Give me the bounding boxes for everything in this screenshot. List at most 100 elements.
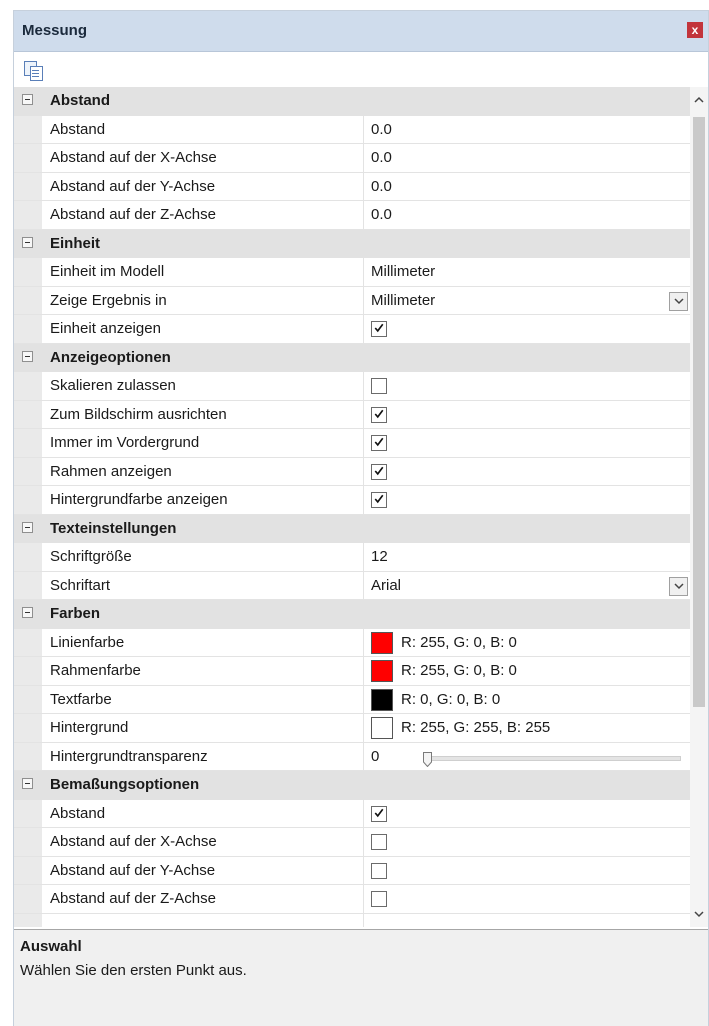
scroll-down-icon[interactable] (694, 909, 704, 919)
property-value[interactable] (371, 315, 690, 343)
collapse-icon[interactable] (22, 778, 33, 789)
checkbox[interactable] (371, 862, 387, 879)
color-swatch[interactable] (371, 717, 393, 739)
property-row: Hintergrund R: 255, G: 255, B: 255 (14, 714, 690, 743)
property-grid: Abstand Abstand 0.0 Abstand auf der X-Achse… (14, 87, 690, 927)
property-row: Einheit anzeigen (14, 315, 690, 344)
vertical-scrollbar[interactable] (690, 87, 708, 927)
checkbox[interactable] (371, 463, 387, 480)
panel-titlebar: Messung x (14, 11, 708, 52)
property-value[interactable]: R: 255, G: 0, B: 0 (371, 657, 690, 685)
property-row: Schriftart Arial (14, 571, 690, 600)
property-value[interactable] (371, 372, 690, 400)
property-value[interactable]: Millimeter (371, 258, 690, 286)
property-name: Abstand (50, 115, 364, 143)
category-2: Anzeigeoptionen (14, 343, 690, 372)
value-text[interactable]: 0.0 (371, 178, 392, 195)
checkbox[interactable] (371, 805, 387, 822)
property-row: Abstand auf der Y-Achse 0.0 (14, 172, 690, 201)
property-value[interactable]: 0.0 (371, 116, 690, 144)
property-value[interactable] (371, 828, 690, 856)
property-name: Hintergrundtransparenz (50, 742, 364, 770)
color-value: R: 255, G: 255, B: 255 (401, 719, 551, 736)
value-text[interactable]: 0.0 (371, 121, 392, 138)
property-name: Abstand auf der Z-Achse (50, 201, 364, 229)
property-row: Hintergrundfarbe anzeigen (14, 486, 690, 515)
property-value[interactable] (371, 885, 690, 913)
chevron-down-icon[interactable] (669, 576, 688, 596)
property-value[interactable] (371, 800, 690, 828)
category-0: Abstand (14, 87, 690, 116)
checkbox[interactable] (371, 406, 387, 423)
property-value[interactable] (371, 857, 690, 885)
slider-track[interactable] (423, 755, 681, 761)
category-label: Abstand (50, 92, 110, 109)
property-value[interactable]: R: 255, G: 0, B: 0 (371, 629, 690, 657)
property-value[interactable]: Millimeter (371, 287, 690, 315)
property-name: Rahmen anzeigen (50, 457, 364, 485)
value-text[interactable]: 12 (371, 548, 388, 565)
chevron-down-icon[interactable] (669, 291, 688, 311)
property-value[interactable]: 0.0 (371, 201, 690, 229)
property-value[interactable]: 0.0 (371, 173, 690, 201)
dropdown-value[interactable]: Millimeter (371, 292, 435, 309)
checkbox[interactable] (371, 378, 387, 394)
property-name: Hintergrundfarbe anzeigen (50, 486, 364, 514)
property-name: Schriftart (50, 571, 364, 599)
collapse-icon[interactable] (22, 94, 33, 105)
property-value[interactable] (371, 429, 690, 457)
property-name: Einheit im Modell (50, 258, 364, 286)
property-name: Rahmenfarbe (50, 657, 364, 685)
scroll-up-icon[interactable] (694, 95, 704, 105)
property-row: Textfarbe R: 0, G: 0, B: 0 (14, 685, 690, 714)
collapse-icon[interactable] (22, 607, 33, 618)
dropdown-value[interactable]: Arial (371, 577, 401, 594)
property-value[interactable]: R: 255, G: 255, B: 255 (371, 714, 690, 742)
property-value[interactable] (371, 486, 690, 514)
color-swatch[interactable] (371, 660, 393, 682)
category-label: Einheit (50, 234, 101, 252)
property-row: Hintergrundtransparenz 0 (14, 742, 690, 771)
property-value[interactable]: 0.0 (371, 144, 690, 172)
category-label: Texteinstellungen (50, 519, 177, 537)
collapse-icon[interactable] (22, 521, 33, 533)
help-text: Wählen Sie den ersten Punkt aus. (20, 962, 247, 979)
category-3: Texteinstellungen (14, 514, 690, 543)
property-value[interactable]: R: 0, G: 0, B: 0 (371, 686, 690, 714)
close-icon[interactable]: x (687, 22, 703, 38)
collapse-icon[interactable] (22, 350, 33, 362)
category-label: Farben (50, 605, 101, 622)
property-row: Rahmenfarbe R: 255, G: 0, B: 0 (14, 657, 690, 686)
checkbox[interactable] (371, 834, 387, 850)
slider-thumb[interactable] (423, 749, 432, 767)
property-name: Abstand auf der X-Achse (50, 828, 364, 856)
property-name: Abstand auf der Y-Achse (50, 172, 364, 200)
property-row: Abstand (14, 799, 690, 828)
property-value[interactable]: 12 (371, 543, 690, 571)
value-text[interactable]: Millimeter (371, 263, 435, 280)
property-value[interactable] (371, 914, 690, 928)
checkbox[interactable] (371, 891, 387, 907)
property-name: Schriftgröße (50, 543, 364, 571)
property-value[interactable] (371, 401, 690, 429)
property-name: Einheit anzeigen (50, 315, 364, 343)
copy-icon[interactable] (22, 60, 44, 81)
scrollbar-thumb[interactable] (693, 117, 705, 707)
collapse-icon[interactable] (22, 236, 33, 248)
value-text[interactable]: 0.0 (371, 149, 392, 166)
value-text[interactable]: 0.0 (371, 206, 392, 223)
category-label: Bemaßungsoptionen (50, 776, 200, 793)
color-swatch[interactable] (371, 688, 393, 711)
property-value[interactable]: 0 (371, 743, 690, 771)
checkbox[interactable] (371, 435, 387, 451)
property-value[interactable]: Arial (371, 572, 690, 600)
color-swatch[interactable] (371, 631, 393, 654)
toolbar (14, 52, 708, 86)
checkbox[interactable] (371, 321, 387, 337)
property-value[interactable] (371, 458, 690, 486)
property-name: Textfarbe (50, 685, 364, 713)
property-row: Linienfarbe R: 255, G: 0, B: 0 (14, 628, 690, 657)
checkbox[interactable] (371, 492, 387, 508)
property-name: Abstand auf der Y-Achse (50, 856, 364, 884)
property-row: Abstand auf der X-Achse 0.0 (14, 144, 690, 173)
